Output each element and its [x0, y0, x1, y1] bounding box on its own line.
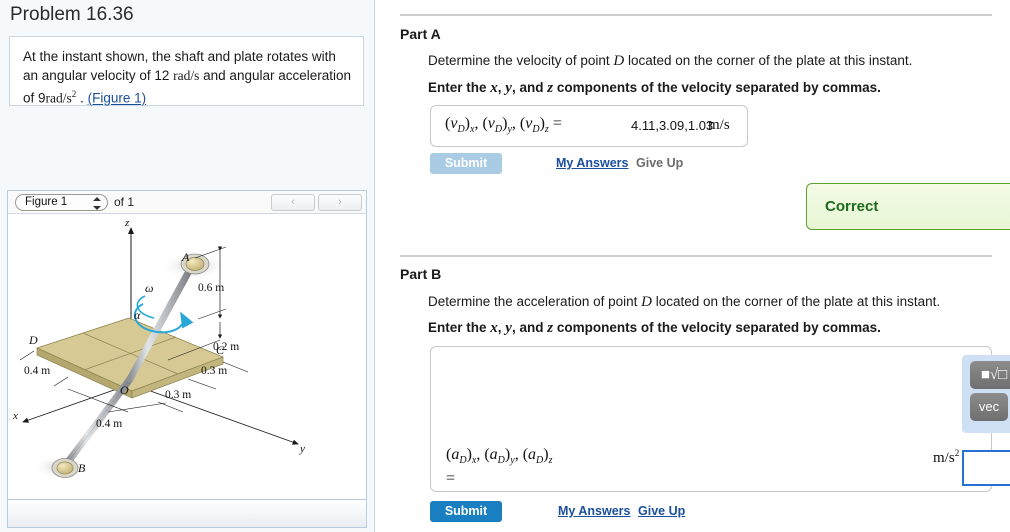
part-b-unit-text: m/s — [933, 450, 955, 466]
part-b-instr-y: y — [505, 320, 512, 336]
part-b-instr-z: z — [547, 320, 554, 336]
dim-0-3-a: 0.3 m — [201, 365, 227, 377]
figure-prev-button[interactable]: ‹ — [271, 194, 315, 211]
part-b-instr-x: x — [490, 320, 498, 336]
figure-toolbar: Figure 1 of 1 ‹ › — [8, 191, 366, 214]
dim-0-4-b: 0.4 m — [96, 418, 122, 430]
bearing-b — [51, 458, 79, 478]
divider-part-b — [400, 255, 992, 257]
part-a-heading: Part A — [400, 26, 441, 42]
figure-select-value: Figure 1 — [25, 196, 68, 208]
dim-0-6: 0.6 m — [198, 282, 224, 294]
part-a-sub-x: D — [457, 124, 465, 136]
part-b-give-up-link[interactable]: Give Up — [638, 504, 685, 518]
unit-rad-per-s: rad/s — [173, 68, 200, 83]
part-a-question-tail: located on the corner of the plate at th… — [627, 53, 913, 68]
part-b-sub-y: D — [497, 455, 505, 467]
part-a-question-var: D — [613, 53, 625, 69]
part-b-my-answers-link[interactable]: My Answers — [558, 504, 630, 518]
part-a-instr-pre: Enter the — [428, 80, 487, 95]
vec-button[interactable]: vec — [970, 393, 1008, 421]
left-panel: Problem 16.36 At the instant shown, the … — [0, 0, 375, 532]
part-b-equals: = — [446, 470, 456, 488]
part-b-unit: m/s2 — [933, 448, 959, 467]
part-b-answer-label: (aD)x, (aD)y, (aD)z = — [446, 446, 553, 488]
figure-footer — [8, 499, 366, 527]
label-point-o: O — [120, 383, 129, 397]
part-a-equals: = — [552, 115, 562, 132]
label-alpha: α — [134, 308, 141, 322]
statement-period: . — [80, 90, 84, 106]
problem-statement-box: At the instant shown, the shaft and plat… — [9, 36, 364, 106]
label-omega: ω — [145, 281, 153, 295]
part-a-sym-y: v — [487, 115, 495, 132]
part-b-question-var: D — [641, 294, 652, 310]
axis-label-y: y — [299, 443, 305, 455]
part-a-instr-tail: components of the velocity separated by … — [556, 80, 881, 95]
part-a-instr-z: z — [547, 80, 554, 96]
statement-line-3: 9 — [38, 90, 46, 106]
part-b-unit-exponent: 2 — [954, 448, 960, 458]
part-a-answer-box: (vD)x, (vD)y, (vD)z = 4.11,3.09,1.03 m/s — [430, 105, 748, 147]
mechanics-diagram: z y x ω α A B C D O 0.6 m 0.2 m 0.3 m 0.… — [12, 217, 305, 479]
figure-1-link[interactable]: (Figure 1) — [88, 91, 147, 106]
part-b-instr-tail: components of the velocity separated by … — [556, 320, 881, 335]
part-a-instr-x: x — [490, 80, 498, 96]
part-a-instruction: Enter the x, and, y, and z components of… — [428, 80, 881, 96]
math-toolbar: ■√□ ΑΣφ ↓↑ vec ↶ ↷ ↻ ⌨ ? — [962, 355, 1010, 433]
part-b-sub-z: D — [536, 455, 544, 467]
part-b-submit-button[interactable]: Submit — [430, 501, 502, 522]
part-b-question-tail: located on the corner of the plate at th… — [655, 294, 941, 309]
unit-rad-per-s-squared: rad/s — [45, 90, 72, 106]
part-a-feedback-box: Correct — [806, 183, 1010, 230]
divider-part-a — [400, 14, 992, 16]
part-a-answer-value[interactable]: 4.11,3.09,1.03 — [631, 118, 713, 133]
part-a-answer-label: (vD)x, (vD)y, (vD)z = — [445, 115, 562, 136]
part-b-sub-x: D — [459, 455, 467, 467]
part-a-question-text: Determine the velocity of point — [428, 53, 610, 68]
right-panel: Part A Determine the velocity of point D… — [376, 0, 1010, 532]
dim-0-2: 0.2 m — [213, 341, 239, 353]
part-b-question-text: Determine the acceleration of point — [428, 294, 638, 309]
dim-0-3-b: 0.3 m — [165, 389, 191, 401]
figure-select[interactable]: Figure 1 — [15, 194, 108, 211]
part-a-sub-z: D — [532, 124, 540, 136]
plate — [35, 317, 225, 399]
axis-label-x: x — [12, 410, 18, 422]
label-point-a: A — [181, 250, 190, 264]
part-a-unit: m/s — [708, 117, 730, 133]
part-a-instr-y: y — [505, 80, 512, 96]
part-a-give-up-link[interactable]: Give Up — [636, 156, 683, 170]
chevron-updown-icon — [93, 197, 101, 210]
math-template-button[interactable]: ■√□ — [970, 361, 1010, 389]
part-b-sym-z: a — [528, 446, 537, 463]
part-b-sym-y: a — [489, 446, 498, 463]
problem-page: Problem 16.36 At the instant shown, the … — [0, 0, 1010, 532]
part-b-instruction: Enter the x, y, and z components of the … — [428, 320, 881, 336]
part-a-my-answers-link[interactable]: My Answers — [556, 156, 628, 170]
figure-next-button[interactable]: › — [318, 194, 362, 211]
part-a-sub-y: D — [494, 124, 503, 136]
dim-0-4-a: 0.4 m — [24, 365, 50, 377]
unit-exponent: 2 — [71, 89, 77, 99]
part-b-question: Determine the acceleration of point D lo… — [428, 294, 940, 311]
statement-line-2: angular velocity of 12 — [41, 68, 170, 83]
part-b-instr-pre: Enter the — [428, 320, 487, 335]
axis-label-z: z — [124, 217, 130, 229]
part-a-submit-button[interactable]: Submit — [430, 153, 502, 174]
page-title: Problem 16.36 — [10, 4, 134, 25]
part-a-feedback-text: Correct — [825, 198, 879, 215]
part-a-question: Determine the velocity of point D locate… — [428, 53, 912, 70]
figure-count-label: of 1 — [114, 195, 135, 209]
problem-statement-text: At the instant shown, the shaft and plat… — [23, 47, 353, 108]
label-point-b: B — [78, 461, 86, 475]
part-b-heading: Part B — [400, 266, 442, 282]
part-b-answer-input[interactable] — [962, 450, 1010, 486]
label-point-d: D — [28, 333, 38, 347]
figure-widget: Figure 1 of 1 ‹ › z y x ω α A B C D O 0.… — [7, 190, 367, 528]
figure-canvas: z y x ω α A B C D O 0.6 m 0.2 m 0.3 m 0.… — [8, 214, 366, 499]
